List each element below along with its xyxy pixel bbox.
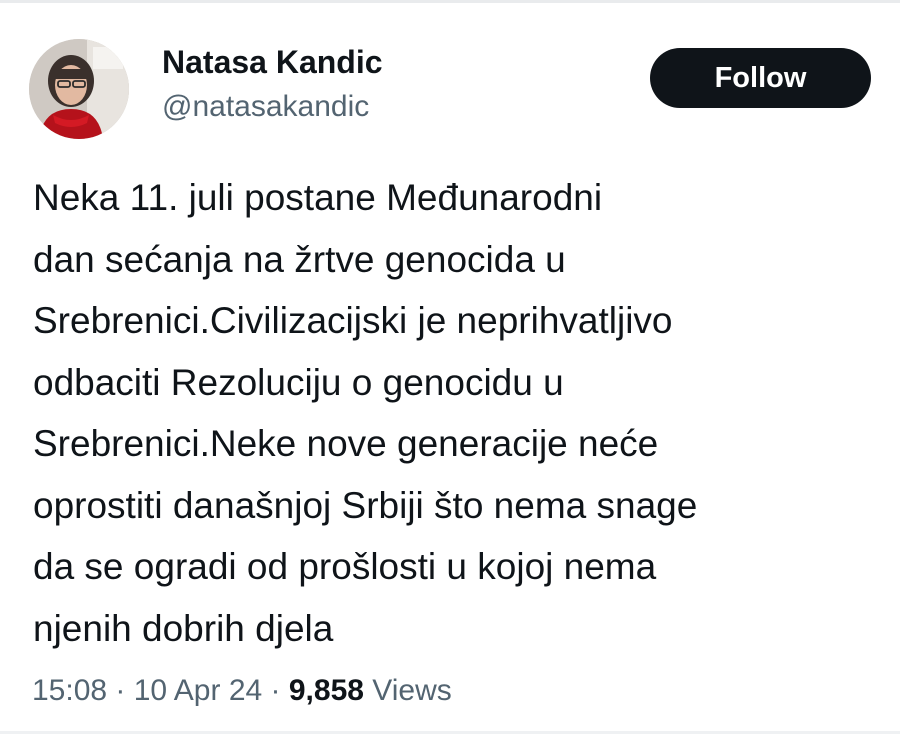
top-divider [0,0,900,3]
avatar-photo [29,39,129,139]
follow-button[interactable]: Follow [650,48,871,108]
tweet-date[interactable]: 10 Apr 24 [134,674,262,707]
tweet-line: Srebrenici.Neke nove generacije neće [33,423,659,464]
tweet-line: njenih dobrih djela [33,607,334,649]
tweet-line: Srebrenici.Civilizacijski je neprihvatlj… [33,300,673,341]
tweet-line: oprostiti današnjoj Srbiji što nema snag… [33,484,698,526]
meta-separator: · [262,674,289,707]
author-handle[interactable]: @natasakandic [162,90,369,124]
avatar[interactable] [29,39,129,139]
tweet-meta: 15:08 · 10 Apr 24 · 9,858 Views [32,674,452,708]
meta-separator: · [107,674,134,707]
tweet-time[interactable]: 15:08 [32,674,107,707]
tweet-line: da se ogradi od prošlosti u kojoj nema [33,546,657,587]
author-display-name[interactable]: Natasa Kandic [162,44,383,81]
views-count[interactable]: 9,858 [289,674,364,707]
views-label[interactable]: Views [364,674,452,707]
tweet-line: Neka 11. juli postane Međunarodni [33,177,603,218]
tweet-line: odbaciti Rezoluciju o genocidu u [33,361,564,403]
tweet-text: Neka 11. juli postane Međunarodni dan se… [33,167,888,659]
tweet-line: dan sećanja na žrtve genocida u [33,238,566,280]
